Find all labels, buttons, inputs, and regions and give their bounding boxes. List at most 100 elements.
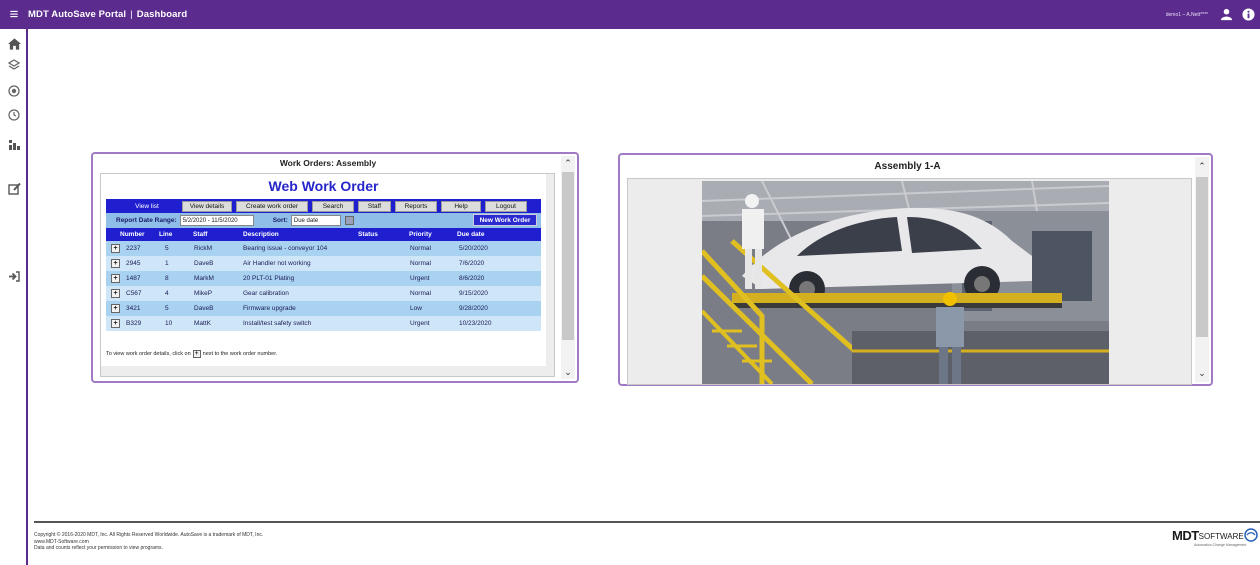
cell-number: 2945 [126, 260, 141, 267]
app-name: MDT AutoSave Portal [28, 9, 127, 20]
logo-mdt: MDT [1172, 528, 1199, 543]
nav-help[interactable]: Help [441, 200, 481, 212]
cell-due: 9/15/2020 [459, 290, 488, 297]
assembly-image-panel: Assembly 1-A ⌃ ⌄ [618, 153, 1213, 386]
cell-staff: MattK [194, 320, 211, 327]
table-row[interactable]: + 2945 1 DaveB Air Handler not working N… [106, 256, 541, 271]
col-description: Description [243, 231, 279, 238]
expand-icon[interactable]: + [111, 319, 120, 328]
cell-due: 8/6/2020 [459, 275, 485, 282]
scroll-down-icon[interactable]: ⌄ [1195, 366, 1209, 380]
table-row[interactable]: + 1487 8 MarkM 20 PLT-01 Plating Urgent … [106, 271, 541, 286]
logout-icon[interactable] [7, 269, 21, 283]
cell-priority: Normal [410, 290, 431, 297]
dashboard-app: ≡ MDT AutoSave Portal | Dashboard demo1 … [0, 0, 1260, 565]
logo-software: SOFTWARE [1198, 532, 1244, 541]
expand-icon[interactable]: + [111, 304, 120, 313]
cell-description: Firmware upgrade [243, 305, 296, 312]
info-icon[interactable] [1240, 7, 1256, 23]
cell-line: 5 [165, 305, 169, 312]
table-row[interactable]: + 3421 5 DaveB Firmware upgrade Low 9/28… [106, 301, 541, 316]
cell-number: 2237 [126, 245, 141, 252]
col-status: Status [358, 231, 378, 238]
cell-line: 5 [165, 245, 169, 252]
work-order-nav: View list View details Create work order… [106, 199, 541, 213]
scroll-thumb[interactable] [1196, 177, 1208, 337]
cell-line: 1 [165, 260, 169, 267]
layers-icon[interactable] [7, 58, 21, 72]
cell-line: 8 [165, 275, 169, 282]
filter-bar: Report Date Range: 5/2/2020 - 11/5/2020 … [106, 213, 541, 228]
col-priority: Priority [409, 231, 432, 238]
cell-staff: RickM [194, 245, 213, 252]
nav-reports[interactable]: Reports [395, 200, 437, 212]
menu-icon[interactable]: ≡ [0, 0, 28, 29]
date-range-input[interactable]: 5/2/2020 - 11/5/2020 [179, 215, 254, 226]
nav-staff[interactable]: Staff [358, 200, 391, 212]
expand-icon[interactable]: + [111, 274, 120, 283]
nav-search[interactable]: Search [312, 200, 354, 212]
cell-number: B329 [126, 320, 142, 327]
cell-priority: Low [410, 305, 422, 312]
scroll-down-icon[interactable]: ⌄ [561, 365, 575, 379]
cell-due: 9/28/2020 [459, 305, 488, 312]
cell-line: 10 [165, 320, 173, 327]
footnote-text-after: next to the work order number. [202, 351, 278, 357]
cell-staff: DaveB [194, 305, 214, 312]
expand-icon[interactable]: + [111, 289, 120, 298]
scroll-thumb[interactable] [562, 172, 574, 340]
image-frame [627, 178, 1192, 385]
date-range-label: Report Date Range: [116, 217, 177, 224]
nav-create-work-order[interactable]: Create work order [236, 200, 308, 212]
nav-logout[interactable]: Logout [485, 200, 527, 212]
cell-priority: Urgent [410, 320, 430, 327]
history-icon[interactable] [7, 108, 21, 122]
scroll-up-icon[interactable]: ⌃ [1195, 159, 1209, 173]
cell-staff: MikeP [194, 290, 213, 297]
work-order-content: Web Work Order View list View details Cr… [101, 174, 546, 366]
footer-divider [34, 521, 1260, 523]
top-bar: ≡ MDT AutoSave Portal | Dashboard demo1 … [0, 0, 1260, 29]
edit-icon[interactable] [7, 181, 21, 195]
new-work-order-button[interactable]: New Work Order [473, 214, 537, 226]
mdt-software-logo: MDT SOFTWARE Automation Change Managemen… [1172, 528, 1258, 547]
sitemap-icon[interactable] [7, 138, 21, 152]
expand-icon[interactable]: + [111, 244, 120, 253]
scroll-up-icon[interactable]: ⌃ [561, 156, 575, 170]
top-bar-right: demo1 – A.Nett**** [1166, 0, 1260, 29]
footnote-text-before: To view work order details, click on [106, 351, 191, 357]
image-panel-scrollbar[interactable]: ⌃ ⌄ [1195, 157, 1209, 382]
home-icon[interactable] [7, 37, 21, 51]
table-header: Number Line Staff Description Status Pri… [106, 228, 541, 241]
cell-number: 1487 [126, 275, 141, 282]
panel-title: Assembly 1-A [874, 160, 941, 172]
cell-priority: Urgent [410, 275, 430, 282]
plus-icon: + [192, 350, 201, 358]
cell-description: Air Handler not working [243, 260, 311, 267]
nav-view-list[interactable]: View list [116, 200, 178, 212]
col-due-date: Due date [457, 231, 485, 238]
work-orders-scrollbar[interactable]: ⌃ ⌄ [561, 156, 575, 379]
cell-due: 5/20/2020 [459, 245, 488, 252]
title-separator: | [130, 9, 133, 20]
sort-select[interactable]: Due date [290, 215, 341, 226]
cell-description: Bearing issue - conveyor 104 [243, 245, 328, 252]
panel-title: Work Orders: Assembly [279, 158, 377, 168]
table-row[interactable]: + B329 10 MattK Install/test safety swit… [106, 316, 541, 331]
table-row[interactable]: + 2237 5 RickM Bearing issue - conveyor … [106, 241, 541, 256]
cell-priority: Normal [410, 245, 431, 252]
work-order-webpart: Web Work Order View list View details Cr… [100, 173, 555, 377]
expand-icon[interactable]: + [111, 259, 120, 268]
table-row[interactable]: + C567 4 MikeP Gear calibration Normal 9… [106, 286, 541, 301]
user-name: demo1 – A.Nett**** [1165, 11, 1208, 18]
col-staff: Staff [193, 231, 208, 238]
cell-due: 7/6/2020 [459, 260, 485, 267]
globe-icon[interactable] [7, 84, 21, 98]
sort-dropdown-icon[interactable] [344, 216, 354, 225]
user-icon[interactable] [1218, 7, 1234, 23]
permission-note: Data and counts reflect your permission … [34, 545, 163, 551]
cell-number: 3421 [126, 305, 141, 312]
nav-view-details[interactable]: View details [182, 200, 232, 212]
sort-label: Sort: [272, 217, 288, 224]
col-number: Number [120, 231, 145, 238]
